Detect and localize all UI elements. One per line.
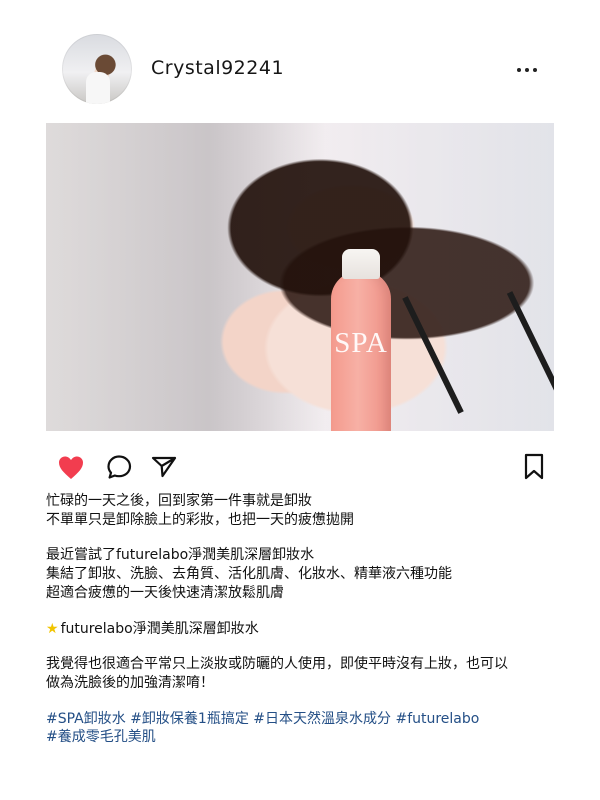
action-bar: [0, 440, 600, 488]
share-button[interactable]: [149, 452, 183, 486]
caption-gap: [46, 693, 561, 710]
product-bottle: SPA: [331, 249, 391, 431]
username[interactable]: Crystal92241: [151, 56, 284, 80]
caption-gap: [46, 638, 561, 655]
more-options-button[interactable]: [512, 60, 542, 80]
post-photo[interactable]: SPA: [46, 123, 554, 431]
more-dot-icon: [533, 68, 537, 72]
caption-line: 集結了卸妝、洗臉、去角質、活化肌膚、化妝水、精華液六種功能: [46, 566, 452, 583]
avatar[interactable]: [62, 34, 132, 104]
bookmark-icon: [524, 453, 544, 480]
like-button[interactable]: [56, 453, 90, 487]
star-icon: ★: [46, 620, 59, 637]
comment-icon: [107, 455, 132, 479]
caption-line: 忙碌的一天之後，回到家第一件事就是卸妝: [46, 493, 312, 509]
product-name: futurelabo淨潤美肌深層卸妝水: [60, 620, 259, 637]
caption-line: 超適合疲憊的一天後快速清潔放鬆肌膚: [46, 584, 284, 601]
caption-gap: [46, 603, 561, 620]
post-header: Crystal92241: [0, 0, 600, 118]
hashtag-line[interactable]: #養成零毛孔美肌: [46, 728, 561, 747]
product-line: ★ futurelabo淨潤美肌深層卸妝水: [46, 620, 561, 639]
post-caption: 忙碌的一天之後，回到家第一件事就是卸妝 不單單只是卸除臉上的彩妝，也把一天的疲憊…: [46, 492, 561, 747]
caption-gap: [46, 529, 561, 546]
save-button[interactable]: [522, 452, 556, 486]
photo-background: [46, 123, 554, 431]
comment-button[interactable]: [104, 452, 138, 486]
more-dot-icon: [525, 68, 529, 72]
more-dot-icon: [517, 68, 521, 72]
caption-line: 不單單只是卸除臉上的彩妝，也把一天的疲憊拋開: [46, 511, 354, 528]
caption-line: 最近嘗試了futurelabo淨潤美肌深層卸妝水: [46, 547, 315, 564]
bottle-brand: SPA: [334, 327, 388, 359]
send-icon: [151, 456, 177, 478]
hashtag-line[interactable]: #SPA卸妝水 #卸妝保養1瓶搞定 #日本天然溫泉水成分 #futurelabo: [46, 710, 561, 729]
heart-icon: [59, 456, 83, 479]
caption-line: 我覺得也很適合平常只上淡妝或防曬的人使用，即使平時沒有上妝，也可以: [46, 656, 508, 673]
caption-line: 做為洗臉後的加強清潔唷！: [46, 674, 214, 691]
